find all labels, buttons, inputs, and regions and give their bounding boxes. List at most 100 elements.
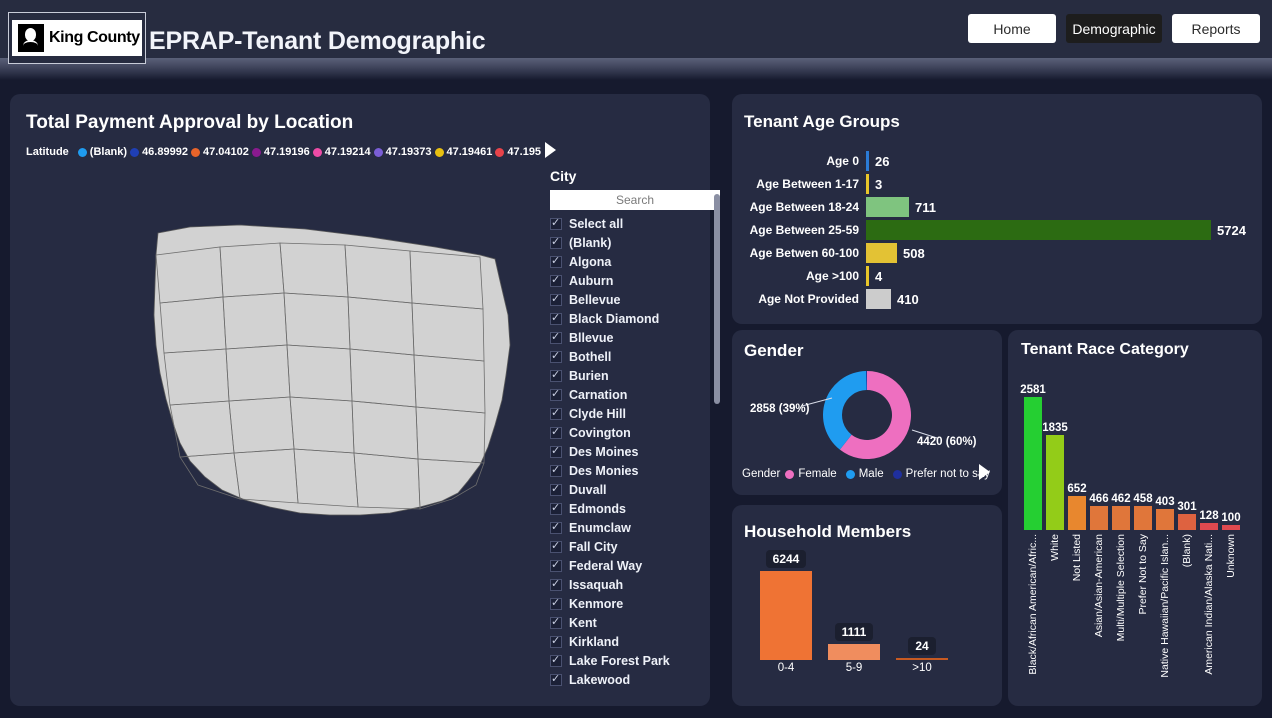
city-slicer-scrollbar[interactable] — [714, 194, 720, 689]
us-map[interactable] — [40, 185, 550, 605]
race-bar[interactable] — [1222, 525, 1240, 530]
city-slicer-item[interactable]: (Blank) — [550, 233, 708, 252]
race-bar[interactable] — [1112, 506, 1130, 530]
map-legend-item[interactable]: 47.19196 — [251, 146, 310, 158]
city-slicer-item[interactable]: Bllevue — [550, 328, 708, 347]
gender-legend-item[interactable]: Female — [785, 468, 837, 480]
map-legend-item[interactable]: 47.195 — [495, 146, 541, 158]
age-group-row[interactable]: Age Between 18-24 711 — [744, 196, 1254, 218]
gender-legend-item[interactable]: Prefer not to say — [892, 468, 990, 480]
city-slicer-item[interactable]: Des Monies — [550, 461, 708, 480]
checkbox-checked-icon[interactable] — [550, 368, 562, 382]
household-bar-value: 24 — [908, 637, 936, 655]
city-slicer-item[interactable]: Lake Forest Park — [550, 651, 708, 670]
city-slicer-item[interactable]: Covington — [550, 423, 708, 442]
gender-donut-chart[interactable]: 2858 (39%) 4420 (60%) — [732, 368, 1002, 463]
checkbox-checked-icon[interactable] — [550, 273, 562, 287]
city-slicer-item[interactable]: Bothell — [550, 347, 708, 366]
city-slicer-item[interactable]: Edmonds — [550, 499, 708, 518]
checkbox-checked-icon[interactable] — [550, 482, 562, 496]
city-slicer-list[interactable]: Select all (Blank) Algona Auburn Bellevue Bla… — [550, 214, 720, 709]
age-group-row[interactable]: Age >100 4 — [744, 265, 1254, 287]
city-slicer-item[interactable]: Issaquah — [550, 575, 708, 594]
checkbox-checked-icon[interactable] — [550, 292, 562, 306]
checkbox-checked-icon[interactable] — [550, 349, 562, 363]
age-group-row[interactable]: Age Betwen 60-100 508 — [744, 242, 1254, 264]
age-group-row[interactable]: Age Not Provided 410 — [744, 288, 1254, 310]
checkbox-checked-icon[interactable] — [550, 311, 562, 325]
city-slicer-item[interactable]: Fall City — [550, 537, 708, 556]
legend-next-arrow-icon[interactable] — [545, 142, 556, 158]
checkbox-checked-icon[interactable] — [550, 558, 562, 572]
checkbox-checked-icon[interactable] — [550, 463, 562, 477]
checkbox-checked-icon[interactable] — [550, 539, 562, 553]
household-bar[interactable] — [828, 644, 880, 660]
household-bar[interactable] — [896, 658, 948, 660]
race-bar[interactable] — [1134, 506, 1152, 530]
city-slicer-item[interactable]: Burien — [550, 366, 708, 385]
city-slicer-item[interactable]: Select all — [550, 214, 708, 233]
checkbox-checked-icon[interactable] — [550, 425, 562, 439]
age-group-row[interactable]: Age 0 26 — [744, 150, 1254, 172]
age-group-bar[interactable] — [866, 289, 891, 309]
race-bar[interactable] — [1200, 523, 1218, 530]
city-slicer-scroll-thumb[interactable] — [714, 194, 720, 404]
map-legend-item[interactable]: 46.89992 — [130, 146, 188, 158]
gender-legend-next-arrow-icon[interactable] — [979, 464, 990, 480]
nav-button-demographic[interactable]: Demographic — [1066, 14, 1162, 43]
checkbox-checked-icon[interactable] — [550, 672, 562, 686]
map-legend-item[interactable]: 47.19461 — [434, 146, 492, 158]
household-bar[interactable] — [760, 571, 812, 660]
race-bar[interactable] — [1156, 509, 1174, 530]
city-search-input[interactable] — [550, 190, 720, 210]
gender-legend-item[interactable]: Male — [845, 468, 884, 480]
age-group-bar[interactable] — [866, 220, 1211, 240]
age-group-row[interactable]: Age Between 1-17 3 — [744, 173, 1254, 195]
city-slicer-item[interactable]: Bellevue — [550, 290, 708, 309]
checkbox-checked-icon[interactable] — [550, 596, 562, 610]
age-group-bar[interactable] — [866, 197, 909, 217]
checkbox-checked-icon[interactable] — [550, 216, 562, 230]
race-bar[interactable] — [1068, 496, 1086, 530]
checkbox-checked-icon[interactable] — [550, 235, 562, 249]
age-group-row[interactable]: Age Between 25-59 5724 — [744, 219, 1254, 241]
checkbox-checked-icon[interactable] — [550, 577, 562, 591]
checkbox-checked-icon[interactable] — [550, 406, 562, 420]
checkbox-checked-icon[interactable] — [550, 330, 562, 344]
checkbox-checked-icon[interactable] — [550, 254, 562, 268]
nav-button-home[interactable]: Home — [968, 14, 1056, 43]
age-group-value: 3 — [875, 176, 883, 192]
city-slicer-item[interactable]: Enumclaw — [550, 518, 708, 537]
city-slicer-item[interactable]: Kenmore — [550, 594, 708, 613]
map-legend-item[interactable]: 47.19373 — [373, 146, 432, 158]
checkbox-checked-icon[interactable] — [550, 501, 562, 515]
city-slicer-item[interactable]: Algona — [550, 252, 708, 271]
race-bar[interactable] — [1046, 435, 1064, 530]
map-legend-item[interactable]: 47.04102 — [190, 146, 249, 158]
top-navigation: Home Demographic Reports — [968, 14, 1260, 43]
checkbox-checked-icon[interactable] — [550, 444, 562, 458]
map-legend-item[interactable]: (Blank) — [77, 146, 127, 158]
city-slicer-item[interactable]: Black Diamond — [550, 309, 708, 328]
city-slicer-item[interactable]: Duvall — [550, 480, 708, 499]
checkbox-checked-icon[interactable] — [550, 387, 562, 401]
race-bar[interactable] — [1090, 506, 1108, 530]
city-slicer-item[interactable]: Kent — [550, 613, 708, 632]
checkbox-checked-icon[interactable] — [550, 615, 562, 629]
city-slicer-item[interactable]: Lakewood — [550, 670, 708, 689]
city-slicer-item[interactable]: Kirkland — [550, 632, 708, 651]
gender-donut-slice[interactable] — [823, 371, 867, 450]
city-slicer-item[interactable]: Carnation — [550, 385, 708, 404]
race-bar[interactable] — [1024, 397, 1042, 530]
age-group-bar[interactable] — [866, 243, 897, 263]
city-slicer-item[interactable]: Federal Way — [550, 556, 708, 575]
checkbox-checked-icon[interactable] — [550, 634, 562, 648]
nav-button-reports[interactable]: Reports — [1172, 14, 1260, 43]
checkbox-checked-icon[interactable] — [550, 520, 562, 534]
map-legend-item[interactable]: 47.19214 — [312, 146, 371, 158]
race-bar[interactable] — [1178, 514, 1196, 530]
city-slicer-item[interactable]: Clyde Hill — [550, 404, 708, 423]
checkbox-checked-icon[interactable] — [550, 653, 562, 667]
city-slicer-item[interactable]: Auburn — [550, 271, 708, 290]
city-slicer-item[interactable]: Des Moines — [550, 442, 708, 461]
